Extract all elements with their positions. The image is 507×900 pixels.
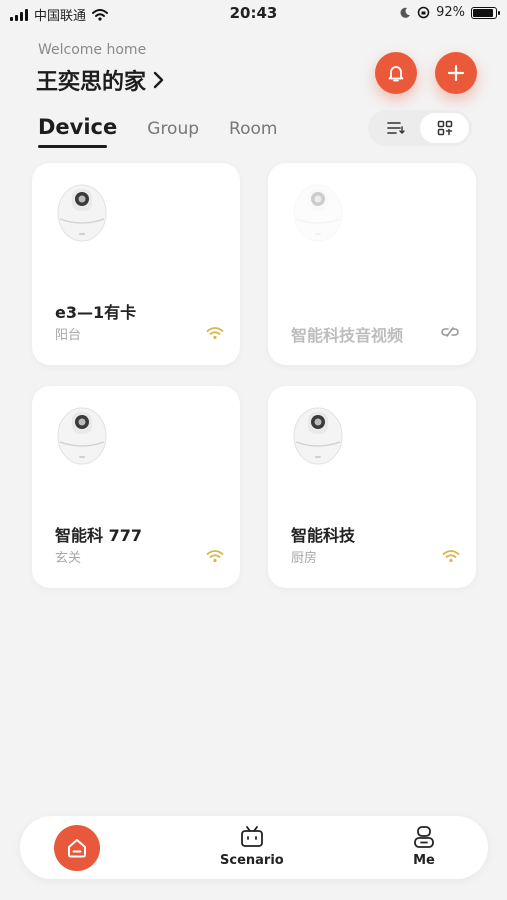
- nav-scenario-label: Scenario: [220, 853, 284, 868]
- camera-icon: [292, 183, 344, 247]
- device-card[interactable]: 智能科技音视频: [268, 163, 476, 365]
- moon-icon: [400, 7, 411, 18]
- device-name: 智能科 777: [55, 526, 142, 545]
- category-tabs: Device Group Room: [38, 115, 307, 148]
- nav-home-button[interactable]: [54, 825, 100, 871]
- orientation-lock-icon: [417, 6, 430, 19]
- chevron-right-icon: [153, 71, 164, 89]
- sort-list-icon: [386, 122, 405, 134]
- grid-icon: [437, 120, 452, 136]
- nav-scenario-button[interactable]: Scenario: [220, 825, 284, 868]
- battery-icon: [471, 6, 500, 19]
- device-room: 玄关: [55, 551, 82, 566]
- home-name: 王奕思的家: [36, 70, 147, 95]
- offline-link-icon: [440, 324, 460, 343]
- bell-icon: [388, 66, 404, 82]
- wifi-icon: [206, 548, 224, 567]
- plus-icon: [447, 64, 465, 82]
- battery-percent: 92%: [436, 5, 465, 20]
- camera-icon: [56, 406, 108, 470]
- nav-me-button[interactable]: Me: [413, 825, 435, 868]
- bottom-nav: Scenario Me: [20, 816, 488, 879]
- home-icon: [68, 839, 86, 858]
- grid-view-button[interactable]: [420, 113, 469, 143]
- camera-icon: [56, 183, 108, 247]
- profile-icon: [414, 826, 434, 848]
- tab-device[interactable]: Device: [38, 115, 117, 148]
- view-toggle: [368, 110, 472, 146]
- welcome-text: Welcome home: [38, 42, 147, 58]
- wifi-icon: [206, 325, 224, 344]
- device-card[interactable]: 智能科技 厨房: [268, 386, 476, 588]
- home-selector[interactable]: 王奕思的家: [36, 64, 164, 96]
- notifications-button[interactable]: [375, 52, 417, 94]
- status-bar: 中国联通 20:43 92%: [0, 0, 507, 28]
- status-right: 92%: [399, 5, 500, 20]
- tab-room[interactable]: Room: [229, 119, 277, 139]
- app-screen: 中国联通 20:43 92% Welcome home 王奕思的家 Device…: [0, 0, 507, 900]
- device-name: e3—1有卡: [55, 303, 137, 322]
- nav-me-label: Me: [413, 853, 435, 868]
- scenario-icon: [240, 826, 263, 847]
- camera-icon: [292, 406, 344, 470]
- device-room: 阳台: [55, 328, 82, 343]
- tab-group[interactable]: Group: [147, 119, 199, 139]
- wifi-icon: [442, 548, 460, 567]
- add-device-button[interactable]: [435, 52, 477, 94]
- device-card[interactable]: e3—1有卡 阳台: [32, 163, 240, 365]
- device-name: 智能科技音视频: [291, 326, 404, 345]
- device-room: 厨房: [291, 551, 318, 566]
- device-name: 智能科技: [291, 526, 356, 545]
- device-card[interactable]: 智能科 777 玄关: [32, 386, 240, 588]
- list-view-button[interactable]: [371, 113, 420, 143]
